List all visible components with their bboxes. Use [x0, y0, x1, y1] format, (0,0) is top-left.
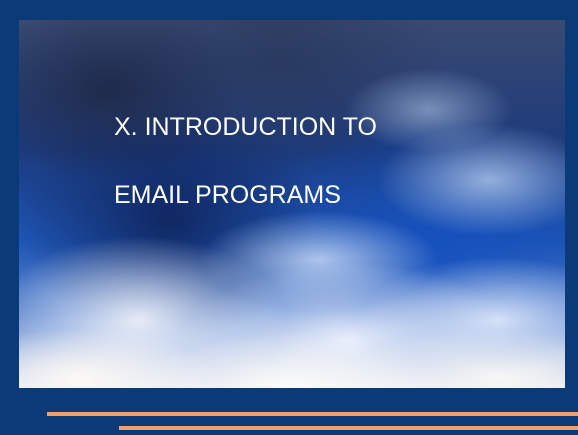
slide-title-line-2: EMAIL PROGRAMS: [114, 181, 341, 209]
accent-line-bottom: [119, 426, 578, 430]
clouds-decoration: [19, 278, 565, 388]
accent-line-top: [47, 412, 578, 416]
slide: X. INTRODUCTION TO EMAIL PROGRAMS: [0, 0, 578, 435]
slide-title-line-1: X. INTRODUCTION TO: [114, 113, 377, 141]
